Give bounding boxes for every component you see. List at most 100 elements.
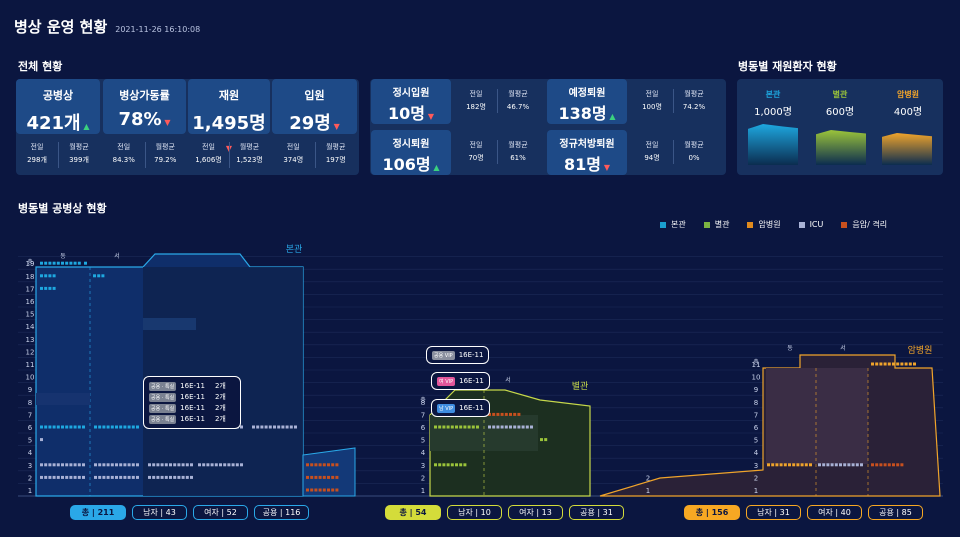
main-pill-0: 총 | 211: [70, 505, 126, 520]
bed-mark: [450, 463, 454, 467]
bed-mark: [131, 425, 135, 429]
bed-mark: [185, 475, 189, 479]
bed-mark: [834, 463, 838, 467]
floor-label: 6: [421, 424, 426, 432]
bed-mark: [110, 463, 114, 467]
bed-mark: [44, 261, 48, 265]
vip-tag: 여 VIP: [437, 376, 456, 386]
divider: [673, 140, 674, 164]
bed-mark: [56, 261, 60, 265]
tooltip-row: 공용 · 특실 16E-11 2개: [149, 403, 235, 413]
bed-mark: [900, 362, 904, 366]
bed-mark: [509, 412, 512, 416]
bed-mark: [94, 475, 97, 479]
bed-mark: [525, 425, 529, 429]
kpi-sub: 전일 84.3%: [103, 141, 145, 167]
annex-building-label: 별관: [572, 381, 589, 392]
divider: [144, 142, 146, 168]
floor-unit-label: 층: [27, 258, 33, 266]
bed-mark: [500, 425, 504, 429]
bed-mark: [48, 463, 52, 467]
bed-mark: [164, 463, 168, 467]
bed-mark: [883, 362, 887, 366]
bed-mark: [851, 463, 855, 467]
main-pill-1: 남자 | 43: [132, 505, 187, 520]
kpi-value-text: 29명: [289, 113, 331, 134]
legend-label: 음압/ 격리: [852, 220, 888, 229]
flow-sub-value: 182명: [466, 103, 486, 111]
bed-mark: [492, 425, 496, 429]
bed-mark: [322, 463, 326, 467]
bed-mark: [82, 425, 85, 429]
bed-mark: [871, 463, 874, 467]
bed-mark: [123, 475, 127, 479]
kpi-2: 재원1,495명 ▼: [188, 79, 270, 153]
bed-mark: [98, 463, 102, 467]
bed-mark: [69, 463, 73, 467]
divider: [673, 89, 674, 113]
bed-mark: [106, 425, 110, 429]
floor-label: 14: [26, 323, 35, 331]
building-count: 1,000명: [754, 107, 792, 118]
floor-label: 11: [26, 361, 35, 369]
kpi-sub-value: 79.2%: [154, 156, 177, 164]
floor-label: 2: [646, 474, 650, 482]
legend-swatch: [798, 221, 805, 228]
legend-label: 별관: [714, 220, 730, 229]
bed-mark: [318, 475, 322, 479]
bed-mark: [173, 463, 177, 467]
kpi-sub-value: 298개: [27, 156, 47, 164]
bed-mark: [521, 425, 525, 429]
bed-mark: [306, 488, 309, 492]
arrow-up-icon: ▲: [80, 122, 90, 131]
floor-label: 6: [28, 424, 33, 432]
bed-mark: [887, 362, 891, 366]
legend-swatch: [660, 221, 666, 228]
room-number: 16E-11: [180, 404, 205, 412]
bed-mark: [459, 425, 463, 429]
dashboard: 병상 운영 현황 2021-11-26 16:10:08 전체 현황 병동별 재…: [0, 0, 960, 537]
flow-sub-value: 46.7%: [506, 103, 530, 111]
cancer-pill-3: 공용 | 85: [868, 505, 923, 520]
building-name: 별관: [832, 90, 848, 99]
bed-mark: [52, 274, 56, 278]
bed-mark: [771, 463, 775, 467]
floor-label: 7: [754, 411, 758, 419]
legend-item: 음압/ 격리: [841, 219, 887, 230]
flow-sub-value: 100명: [642, 103, 662, 111]
arrow-up-icon: ▲: [430, 163, 440, 172]
bed-mark: [327, 475, 330, 479]
bed-mark: [123, 463, 127, 467]
bed-mark: [119, 463, 123, 467]
building-name: 본관: [765, 90, 781, 99]
flow-sub: 월평균 46.7%: [497, 88, 539, 114]
bed-mark: [177, 463, 181, 467]
bed-mark: [231, 463, 235, 467]
floor-label: 5: [421, 437, 425, 445]
bed-mark: [94, 425, 97, 429]
kpi-value: 29명 ▼: [272, 109, 357, 135]
bed-mark: [69, 261, 73, 265]
bed-mark: [40, 438, 43, 442]
bed-mark: [56, 475, 60, 479]
bed-mark: [136, 463, 139, 467]
room-tag: 공용 · 특실: [149, 392, 177, 402]
bed-mark: [44, 475, 48, 479]
floor-label: 5: [28, 437, 32, 445]
building-shape: [748, 124, 798, 165]
floor-label: 4: [754, 449, 759, 457]
arrow-down-icon: ▼: [601, 163, 610, 172]
bed-mark: [77, 463, 81, 467]
kpi-sub: 월평균 79.2%: [145, 141, 187, 167]
bed-mark: [540, 438, 543, 442]
bed-mark: [235, 463, 239, 467]
bed-mark: [767, 463, 770, 467]
room-number: 16E-11: [180, 393, 205, 401]
bed-mark: [892, 463, 895, 467]
bed-mark: [148, 463, 151, 467]
main-pill-2: 여자 | 52: [193, 505, 248, 520]
bed-mark: [219, 463, 222, 467]
flow-value-text: 81명: [564, 155, 602, 174]
kpi-sub-value: 399개: [69, 156, 89, 164]
flow-sub-value: 74.2%: [682, 103, 706, 111]
